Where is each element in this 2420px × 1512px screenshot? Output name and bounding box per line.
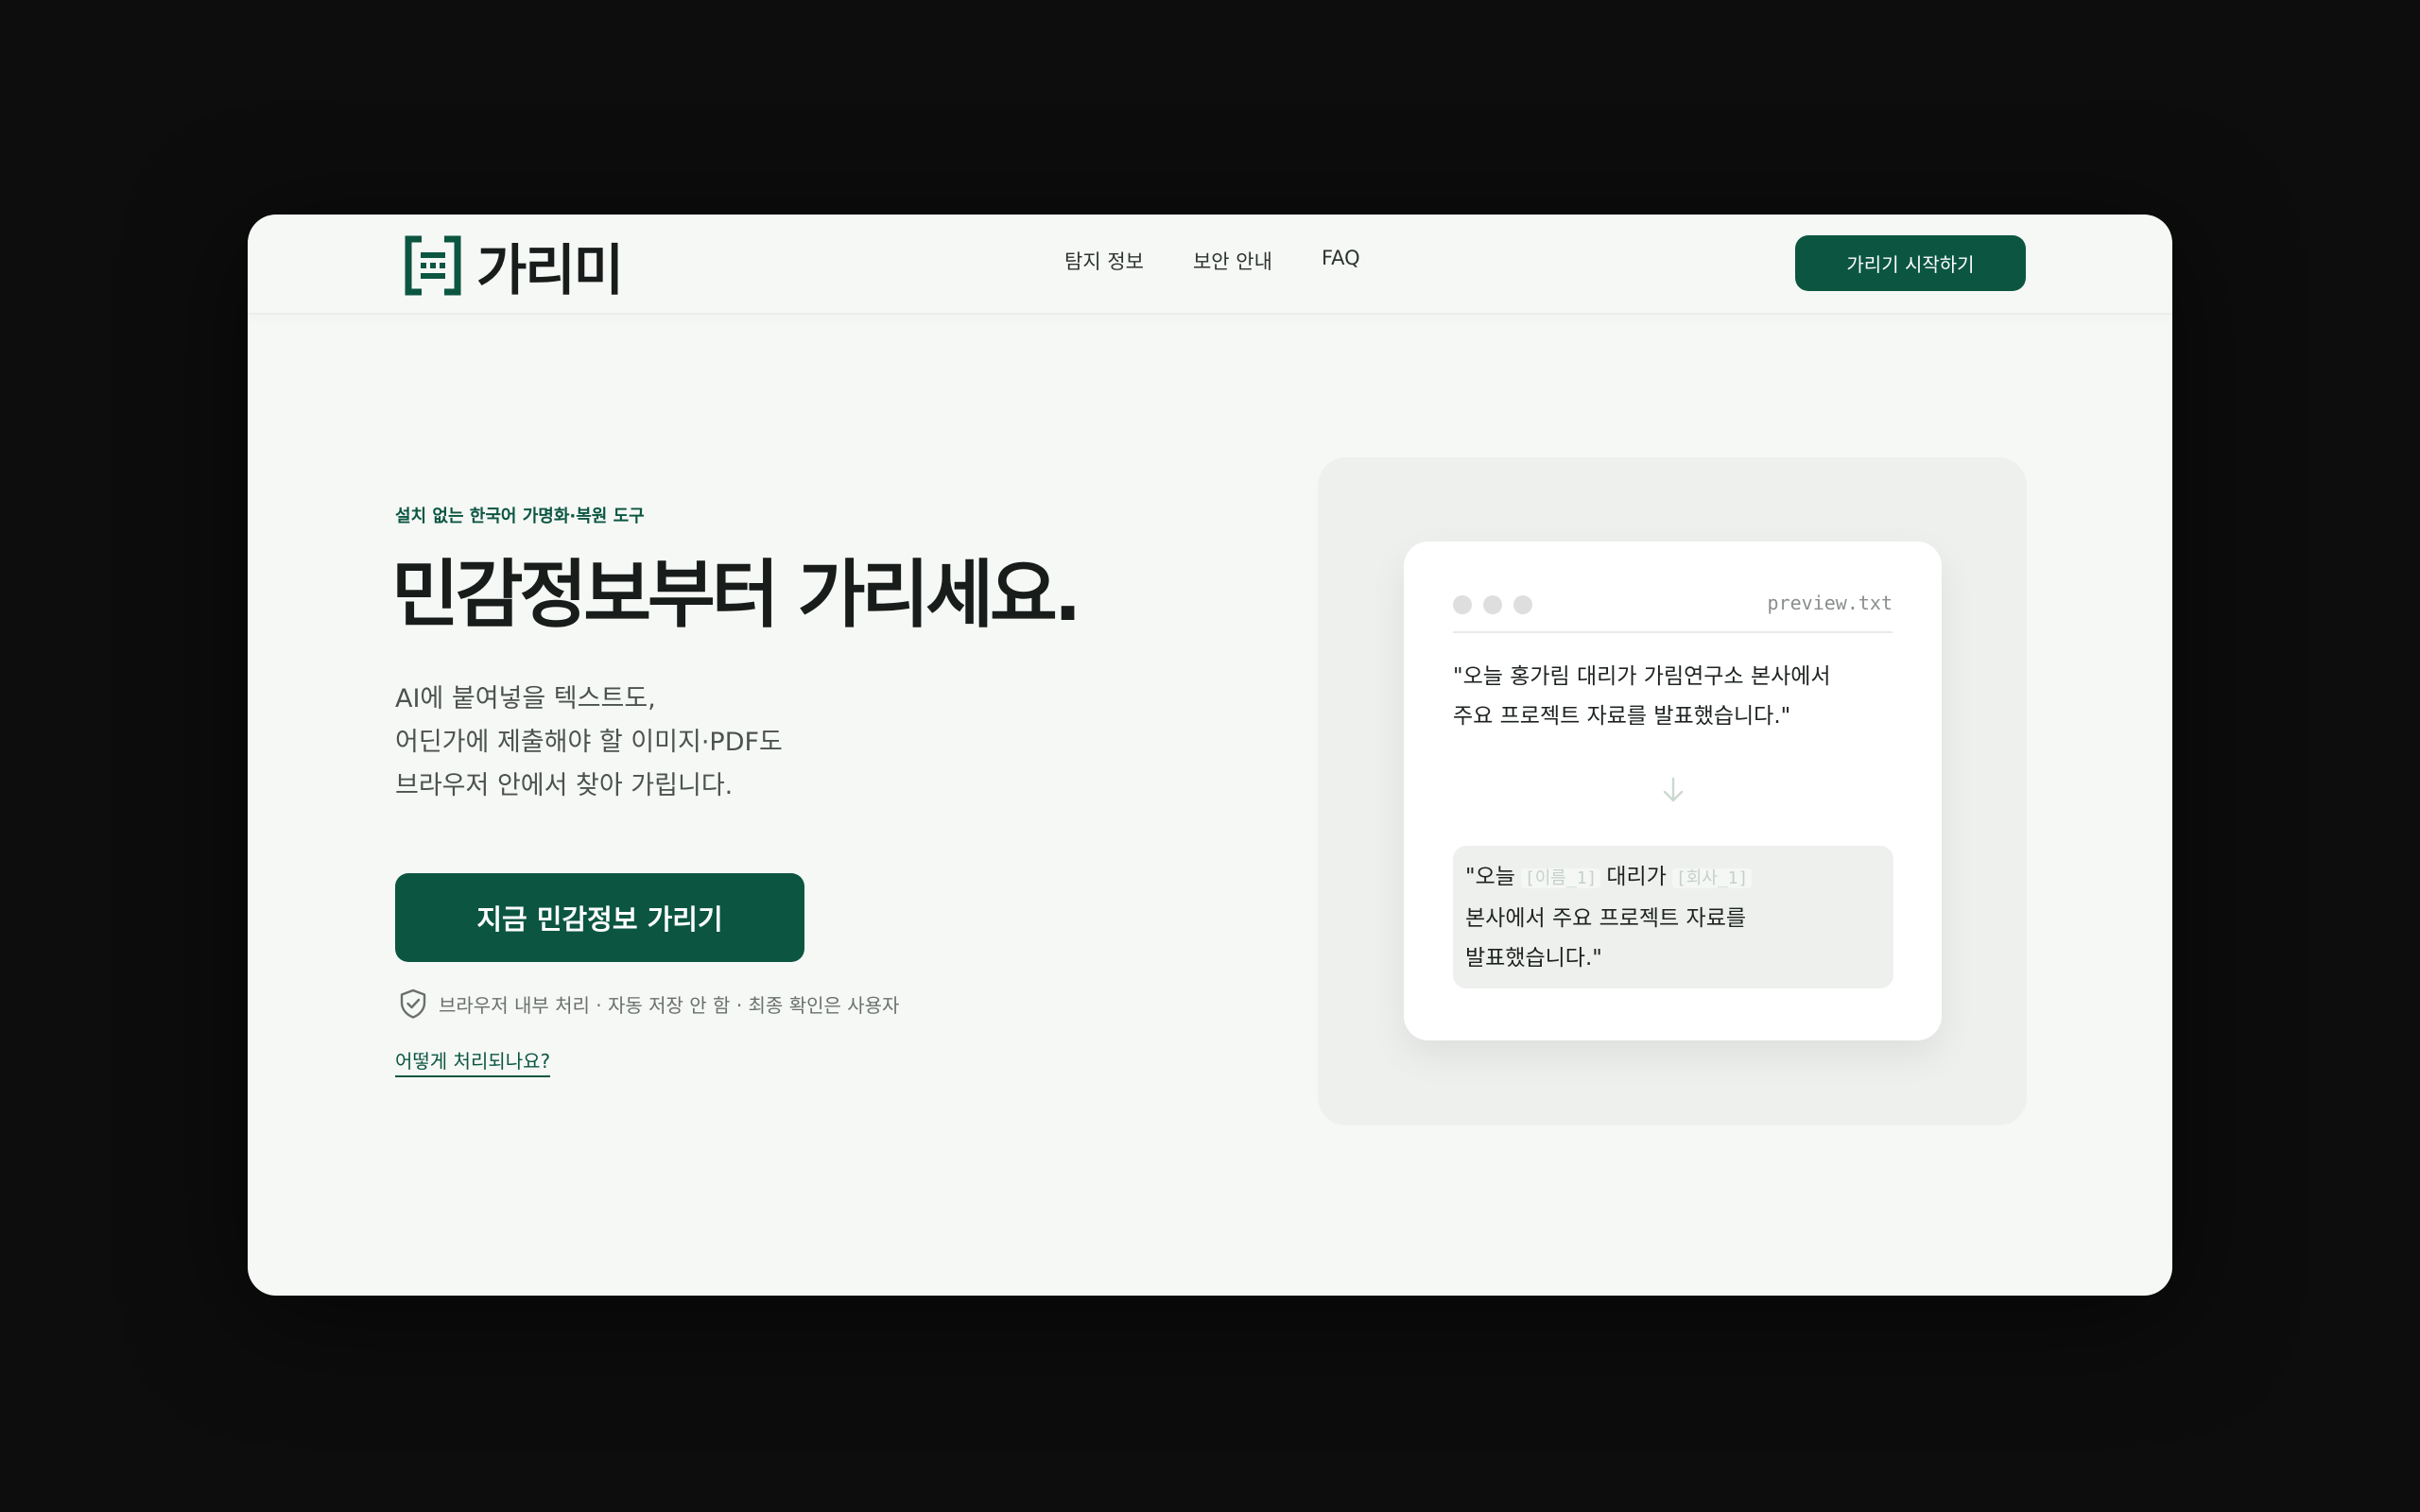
preview-card: preview.txt "오늘 홍가림 대리가 가림연구소 본사에서 주요 프로…: [1404, 541, 1942, 1040]
masked-text: "오늘: [1465, 865, 1515, 889]
original-text-line: "오늘 홍가림 대리가 가림연구소 본사에서: [1453, 664, 1831, 689]
hero-description-line: AI에 붙여넣을 텍스트도,: [395, 684, 656, 713]
nav-link-detection-info[interactable]: 탐지 정보: [1064, 247, 1144, 275]
preview-divider: [1453, 631, 1893, 633]
original-text: "오늘 홍가림 대리가 가림연구소 본사에서 주요 프로젝트 자료를 발표했습니…: [1453, 657, 1897, 736]
masked-result-line: 발표했습니다.": [1465, 946, 1602, 971]
start-masking-button[interactable]: 가리기 시작하기: [1795, 235, 2026, 291]
window-dot-icon: [1453, 595, 1472, 614]
browser-window: 가리미 탐지 정보 보안 안내 FAQ 가리기 시작하기 설치 없는 한국어 가…: [248, 215, 2172, 1296]
bracket-document-icon: [405, 235, 461, 296]
shield-check-icon: [400, 988, 426, 1019]
hero-description: AI에 붙여넣을 텍스트도, 어딘가에 제출해야 할 이미지·PDF도 브라우저…: [395, 678, 783, 808]
preview-panel: preview.txt "오늘 홍가림 대리가 가림연구소 본사에서 주요 프로…: [1318, 457, 2027, 1125]
hero-eyebrow: 설치 없는 한국어 가명화·복원 도구: [395, 507, 645, 526]
name-token: [이름_1]: [1520, 868, 1601, 888]
masked-text: 대리가: [1606, 865, 1667, 889]
masked-result: "오늘 [이름_1] 대리가 [회사_1] 본사에서 주요 프로젝트 자료를 발표했습…: [1453, 846, 1893, 988]
masked-result-line: 본사에서 주요 프로젝트 자료를: [1465, 906, 1747, 931]
mask-now-button[interactable]: 지금 민감정보 가리기: [395, 873, 804, 962]
nav-link-security-guide[interactable]: 보안 안내: [1193, 247, 1272, 275]
brand-logo[interactable]: 가리미: [403, 233, 624, 302]
hero-description-line: 어딘가에 제출해야 할 이미지·PDF도: [395, 728, 783, 757]
brand-name: 가리미: [476, 238, 624, 302]
arrow-down-icon: [1663, 777, 1684, 802]
window-dots: [1453, 595, 1532, 614]
how-it-works-link[interactable]: 어떻게 처리되나요?: [395, 1046, 551, 1077]
window-dot-icon: [1513, 595, 1532, 614]
masked-result-line: "오늘 [이름_1] 대리가 [회사_1]: [1465, 857, 1881, 899]
nav-link-faq[interactable]: FAQ: [1322, 247, 1360, 275]
hero-headline: 민감정보부터 가리세요.: [391, 553, 1081, 638]
original-text-line: 주요 프로젝트 자료를 발표했습니다.": [1453, 704, 1791, 729]
nav-links: 탐지 정보 보안 안내 FAQ: [1064, 247, 1360, 275]
company-token: [회사_1]: [1671, 868, 1753, 888]
hero-description-line: 브라우저 안에서 찾아 가립니다.: [395, 771, 734, 800]
top-navbar: 가리미 탐지 정보 보안 안내 FAQ 가리기 시작하기: [248, 215, 2172, 315]
trust-note: 브라우저 내부 처리 · 자동 저장 안 함 · 최종 확인은 사용자: [399, 988, 899, 1019]
preview-filename: preview.txt: [1767, 592, 1893, 614]
trust-text: 브라우저 내부 처리 · 자동 저장 안 함 · 최종 확인은 사용자: [439, 993, 900, 1017]
window-dot-icon: [1483, 595, 1502, 614]
